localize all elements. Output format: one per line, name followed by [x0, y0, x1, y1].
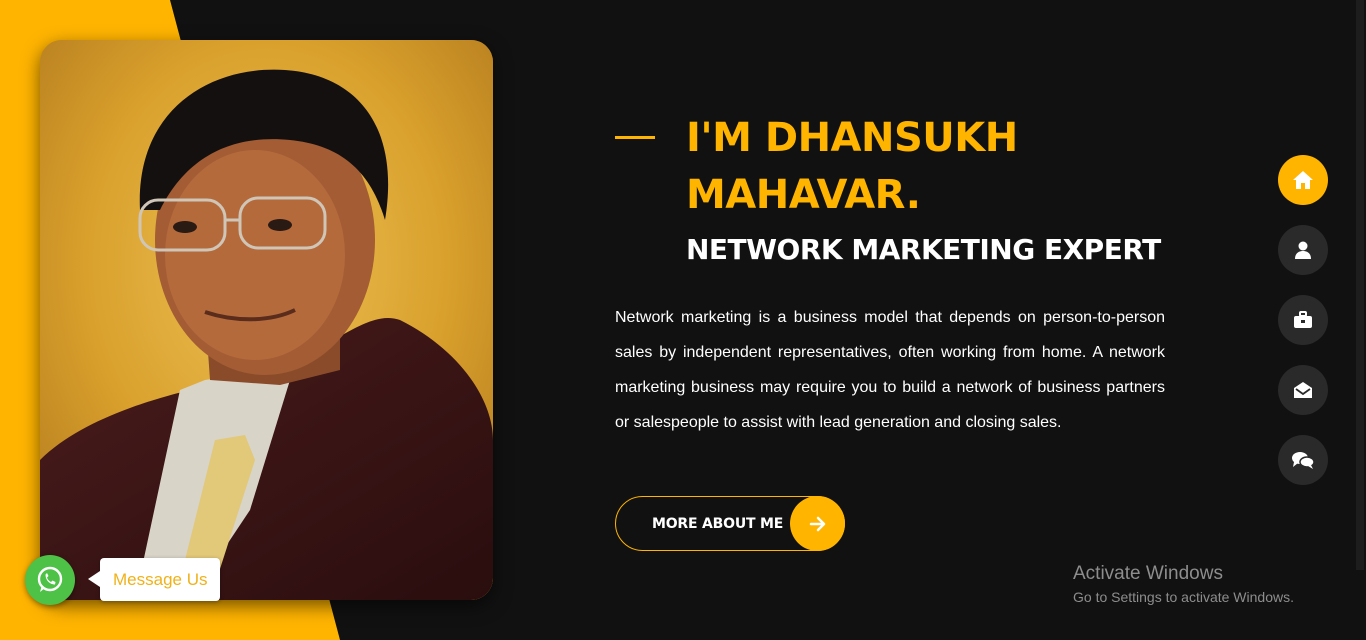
nav-about[interactable]: [1278, 225, 1328, 275]
more-about-me-button[interactable]: MORE ABOUT ME: [615, 496, 845, 551]
whatsapp-button[interactable]: [25, 555, 75, 605]
activate-windows-title: Activate Windows: [1073, 563, 1223, 584]
nav-home[interactable]: [1278, 155, 1328, 205]
nav-blog[interactable]: [1278, 435, 1328, 485]
comments-icon: [1292, 452, 1315, 469]
scrollbar-thumb[interactable]: [1356, 0, 1364, 570]
hero-description: Network marketing is a business model th…: [615, 309, 1165, 431]
arrow-right-icon: [790, 496, 845, 551]
more-about-me-label: MORE ABOUT ME: [652, 515, 784, 532]
page-scrollbar[interactable]: [1354, 0, 1366, 640]
portrait-photo: [40, 40, 493, 600]
user-icon: [1295, 241, 1311, 259]
envelope-open-icon: [1294, 382, 1312, 398]
nav-contact[interactable]: [1278, 365, 1328, 415]
hero-section: I'M DHANSUKH MAHAVAR. NETWORK MARKETING …: [615, 110, 1175, 440]
nav-portfolio[interactable]: [1278, 295, 1328, 345]
message-us-bubble[interactable]: Message Us: [87, 558, 221, 601]
hero-subtitle: NETWORK MARKETING EXPERT: [686, 233, 1161, 266]
title-dash: [615, 136, 655, 139]
home-icon: [1293, 171, 1313, 189]
briefcase-icon: [1294, 311, 1312, 328]
side-navigation: [1278, 155, 1328, 505]
activate-windows-watermark: Activate Windows Go to Settings to activ…: [1073, 563, 1294, 605]
hero-title: I'M DHANSUKH MAHAVAR.: [686, 115, 1018, 218]
activate-windows-subtitle: Go to Settings to activate Windows.: [1073, 589, 1294, 605]
whatsapp-icon: [37, 566, 63, 592]
